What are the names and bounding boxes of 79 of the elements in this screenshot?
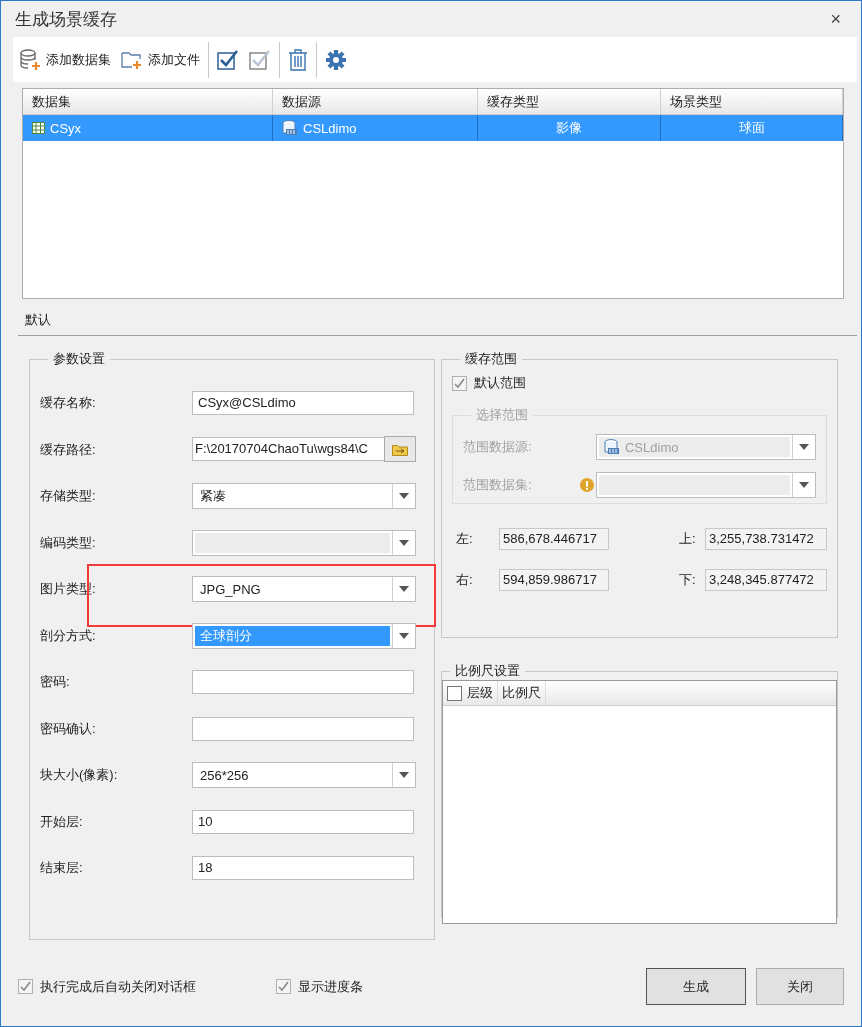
column-header[interactable]: 缓存类型 <box>478 89 661 114</box>
database-icon <box>282 120 298 136</box>
field-label: 存储类型: <box>40 487 97 506</box>
dropdown-arrow-icon <box>799 482 809 488</box>
input-field[interactable]: CSyx@CSLdimo <box>192 391 414 416</box>
input-field[interactable]: 18 <box>192 856 414 881</box>
field-label: 上: <box>678 530 697 548</box>
readonly-field: 594,859.986717 <box>499 569 609 591</box>
checkbox[interactable] <box>18 979 33 994</box>
table-cell: CSyx <box>50 120 82 136</box>
database-add-icon <box>19 48 41 71</box>
table-cell: CSLdimo <box>303 120 357 136</box>
dropdown-arrow-icon <box>399 586 409 593</box>
dropdown-arrow-icon <box>399 493 409 500</box>
close-button[interactable]: × <box>824 8 847 30</box>
input-field[interactable] <box>192 670 414 695</box>
dropdown[interactable]: JPG_PNG <box>192 576 416 603</box>
field-label: 范围数据源: <box>463 438 533 456</box>
readonly-field: 586,678.446717 <box>499 528 609 550</box>
dropdown-value: CSLdimo <box>624 439 679 455</box>
column-header[interactable]: 比例尺 <box>498 681 546 705</box>
readonly-field: 3,248,345.877472 <box>705 569 827 591</box>
toolbar-button[interactable]: 添加数据集 <box>17 46 113 73</box>
dialog-button[interactable]: 生成 <box>646 968 746 1005</box>
field-label: 块大小(像素): <box>40 766 119 785</box>
dropdown-arrow-icon <box>799 444 809 450</box>
folder-icon <box>392 442 408 456</box>
input-field[interactable]: 10 <box>192 809 414 834</box>
field-label: 编码类型: <box>40 533 97 552</box>
tab[interactable]: 默认 <box>18 311 58 329</box>
checkbox-label: 默认范围 <box>474 374 526 392</box>
checkbox-faded-icon <box>249 48 271 71</box>
group-title: 选择范围 <box>475 406 529 424</box>
dropdown[interactable]: 紧凑 <box>192 483 416 510</box>
field-label: 下: <box>678 571 697 589</box>
table-cell: 球面 <box>661 115 843 141</box>
dialog-button[interactable]: 关闭 <box>756 968 844 1005</box>
dropdown-arrow-icon <box>399 772 409 779</box>
warning-icon <box>580 478 595 492</box>
dropdown[interactable]: 256*256 <box>192 762 416 789</box>
checkbox[interactable] <box>447 685 462 701</box>
checkbox-label: 显示进度条 <box>298 977 363 996</box>
group-title: 比例尺设置 <box>454 662 521 680</box>
input-field[interactable]: F:\20170704ChaoTu\wgs84\C <box>192 437 384 462</box>
grid-icon <box>32 122 45 134</box>
group-title: 参数设置 <box>52 350 106 368</box>
group-title: 缓存范围 <box>464 350 518 368</box>
settings-icon <box>325 48 347 71</box>
column-header[interactable]: 层级 <box>467 684 493 702</box>
dropdown[interactable] <box>595 472 816 498</box>
field-label: 密码: <box>40 673 71 692</box>
readonly-field: 3,255,738.731472 <box>705 528 827 550</box>
database-icon <box>603 439 620 455</box>
window-title: 生成场景缓存 <box>15 8 117 31</box>
field-label: 剖分方式: <box>40 626 97 645</box>
field-label: 缓存路径: <box>40 440 97 459</box>
dropdown-arrow-icon <box>399 539 409 546</box>
checkbox-checked-icon <box>217 48 239 71</box>
field-label: 开始层: <box>40 812 84 831</box>
dropdown-arrow-icon <box>399 632 409 639</box>
column-header[interactable]: 数据源 <box>273 89 478 114</box>
field-label: 右: <box>455 571 474 589</box>
folder-add-icon <box>121 49 143 70</box>
field-label: 左: <box>455 530 474 548</box>
field-label: 范围数据集: <box>463 476 533 494</box>
field-label: 结束层: <box>40 859 84 878</box>
field-label: 缓存名称: <box>40 394 97 413</box>
browse-button[interactable] <box>384 436 416 463</box>
toolbar-button[interactable]: 添加文件 <box>119 47 202 72</box>
checkbox[interactable] <box>276 979 291 994</box>
column-header[interactable]: 场景类型 <box>661 89 843 114</box>
column-header[interactable]: 数据集 <box>23 89 273 114</box>
trash-icon <box>288 48 308 71</box>
input-field[interactable] <box>192 716 414 741</box>
field-label: 密码确认: <box>40 719 97 738</box>
checkbox[interactable] <box>452 375 467 391</box>
checkbox-label: 执行完成后自动关闭对话框 <box>40 977 196 996</box>
toolbar-icon-button[interactable] <box>286 46 310 73</box>
table-cell: 影像 <box>478 115 661 141</box>
